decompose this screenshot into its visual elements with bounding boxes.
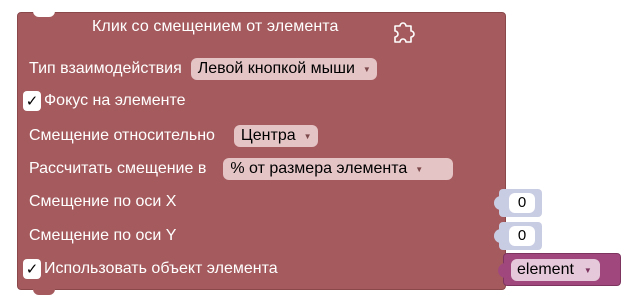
offset-y-label: Смещение по оси Y (29, 227, 177, 244)
calc-offset-row: Рассчитать смещение в % от размера элеме… (29, 158, 454, 180)
offset-relative-row: Смещение относительно Центра ▼ (29, 125, 318, 147)
calc-offset-dropdown-value: % от размера элемента (230, 160, 408, 177)
dropdown-arrow-icon: ▼ (415, 164, 424, 174)
calc-offset-dropdown[interactable]: % от размера элемента ▼ (223, 158, 454, 180)
interaction-row: Тип взаимодействия Левой кнопкой мыши ▼ (29, 58, 377, 80)
socket-notch (494, 196, 502, 210)
element-block-notch (498, 263, 506, 278)
focus-row: ✓ Фокус на элементе (23, 91, 186, 111)
offset-x-row: Смещение по оси X (29, 193, 176, 211)
focus-checkbox[interactable]: ✓ (23, 91, 41, 111)
offset-relative-label: Смещение относительно (29, 127, 215, 144)
offset-y-input[interactable]: 0 (509, 226, 535, 246)
click-offset-block[interactable] (17, 12, 506, 290)
offset-x-input[interactable]: 0 (509, 193, 535, 213)
offset-y-socket: 0 (494, 222, 542, 250)
block-title: Клик со смещением от элемента (92, 18, 339, 35)
offset-relative-dropdown[interactable]: Центра ▼ (233, 125, 318, 147)
socket-notch (494, 229, 502, 243)
focus-label: Фокус на элементе (44, 92, 186, 109)
calc-offset-label: Рассчитать смещение в (29, 160, 207, 177)
puzzle-icon[interactable] (391, 17, 417, 43)
element-dropdown-value: element (517, 261, 574, 278)
use-element-checkbox[interactable]: ✓ (23, 259, 41, 279)
interaction-dropdown-value: Левой кнопкой мыши (197, 60, 355, 77)
offset-x-label: Смещение по оси X (29, 193, 177, 210)
offset-relative-dropdown-value: Центра (240, 127, 296, 144)
dropdown-arrow-icon: ▼ (303, 131, 312, 141)
element-variable-block[interactable]: element ▼ (498, 253, 621, 286)
dropdown-arrow-icon: ▼ (362, 64, 371, 74)
offset-y-row: Смещение по оси Y (29, 227, 176, 245)
use-element-row: ✓ Использовать объект элемента (23, 259, 278, 279)
offset-x-socket: 0 (494, 189, 542, 217)
block-bottom-notch (33, 289, 55, 295)
interaction-dropdown[interactable]: Левой кнопкой мыши ▼ (190, 58, 377, 80)
use-element-label: Использовать объект элемента (44, 260, 278, 277)
dropdown-arrow-icon: ▼ (583, 265, 592, 275)
element-dropdown[interactable]: element ▼ (511, 259, 600, 281)
block-top-notch (33, 11, 55, 17)
interaction-label: Тип взаимодействия (29, 60, 182, 77)
